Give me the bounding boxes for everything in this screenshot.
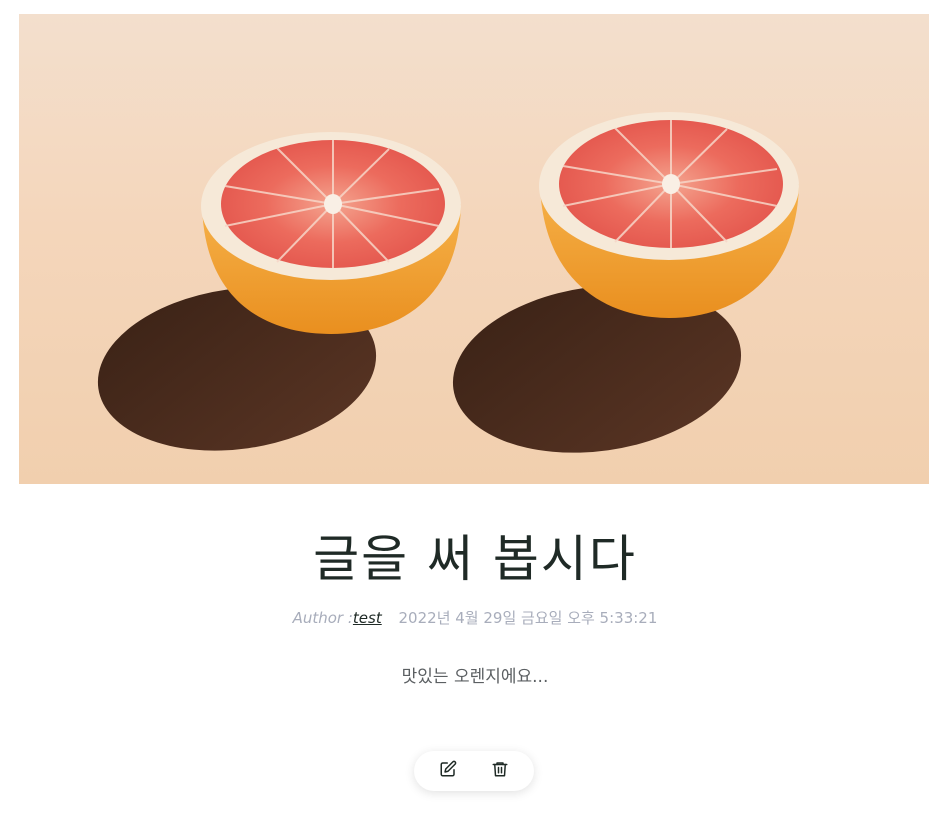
post-actions: [414, 751, 534, 791]
edit-button[interactable]: [437, 760, 459, 782]
edit-icon: [439, 760, 457, 782]
delete-button[interactable]: [489, 760, 511, 782]
author-label: Author :: [292, 609, 353, 627]
post-date: 2022년 4월 29일 금요일 오후 5:33:21: [398, 609, 658, 627]
post-detail-page: 글을 써 봅시다 Author :test 2022년 4월 29일 금요일 오…: [0, 0, 950, 814]
post-meta: Author :test 2022년 4월 29일 금요일 오후 5:33:21: [0, 607, 950, 629]
author-link[interactable]: test: [353, 609, 382, 627]
post-cover-image: [19, 14, 929, 484]
post-title: 글을 써 봅시다: [313, 530, 637, 588]
post-content: 맛있는 오렌지에요...: [401, 667, 549, 687]
trash-icon: [491, 760, 509, 782]
